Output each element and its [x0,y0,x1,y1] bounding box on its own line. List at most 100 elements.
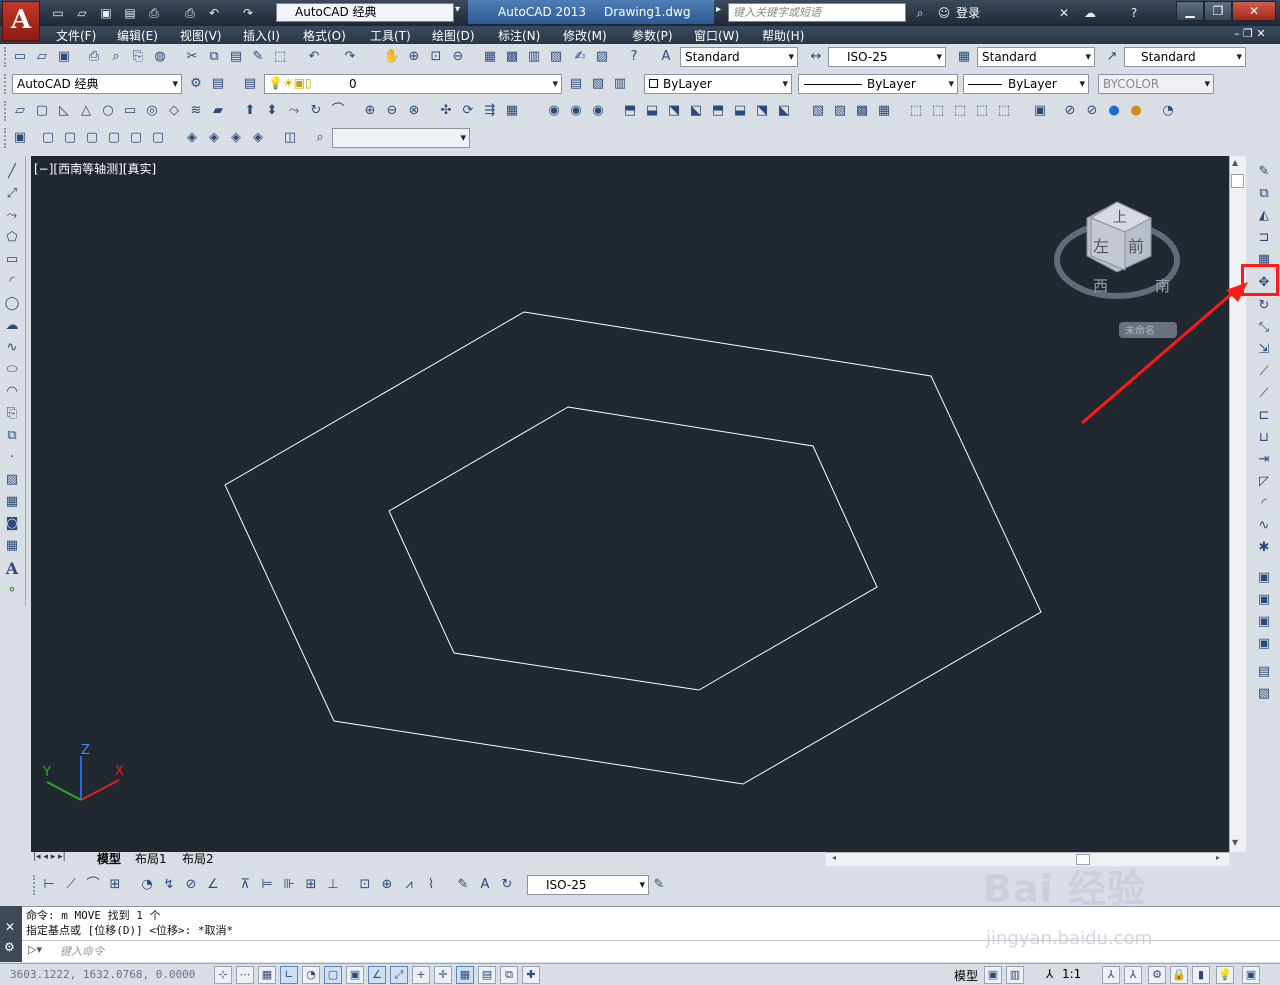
view-back-icon[interactable]: ▢ [148,128,168,148]
make-current-layer-icon[interactable]: ▤ [566,74,586,94]
lineweight-icon[interactable]: ✛ [434,966,452,984]
scroll-left-icon[interactable]: ◂ [832,853,836,862]
cut-icon[interactable]: ✂ [182,47,202,67]
revision-cloud-icon[interactable]: ☁ [2,316,22,336]
dim-style-select[interactable]: ISO-25 [828,47,946,67]
copy-object-icon[interactable]: ⧉ [1254,184,1274,204]
object-snap-icon[interactable]: ▢ [324,966,342,984]
subtract-icon[interactable]: ⊖ [382,101,402,121]
menu-format[interactable]: 格式(O) [303,27,346,44]
hatch-back-icon[interactable]: ▧ [1254,684,1274,704]
table-style-select[interactable]: Standard [977,47,1095,67]
visual-style-1-icon[interactable]: ◉ [544,101,564,121]
draworder-4-icon[interactable]: ▣ [1254,634,1274,654]
helix-icon[interactable]: ≋ [186,101,206,121]
viewcube-left-face[interactable]: 左 [1093,237,1109,256]
toolbar-grip[interactable] [4,74,8,94]
vscroll-thumb[interactable] [1231,174,1244,188]
mesh-2-icon[interactable]: ▨ [830,101,850,121]
wedge-icon[interactable]: ◺ [54,101,74,121]
table-style-icon[interactable]: ▦ [954,47,974,67]
text-style-icon[interactable]: A [656,47,676,67]
extend-icon[interactable]: ⟋ [1254,384,1274,404]
ordinate-icon[interactable]: ⊞ [105,875,125,895]
menu-edit[interactable]: 编辑(E) [117,27,158,44]
mirror-icon[interactable]: ◭ [1254,206,1274,226]
help-icon[interactable]: ? [1124,4,1144,22]
menu-draw[interactable]: 绘图(D) [432,27,475,44]
binoculars-icon[interactable]: ⌕ [910,4,930,22]
planar-surface-icon[interactable]: ▰ [208,101,228,121]
line-icon[interactable]: ╱ [2,162,22,182]
match-properties-icon[interactable]: ✎ [248,47,268,67]
vertical-scrollbar[interactable]: ▲ ▼ [1229,156,1246,852]
customize-icon[interactable]: ▤ [208,74,228,94]
view-front-icon[interactable]: ▢ [126,128,146,148]
infer-constraints-icon[interactable]: ⊹ [214,966,232,984]
layer-previous-icon[interactable]: ▧ [588,74,608,94]
construction-line-icon[interactable]: ⤢ [2,184,22,204]
login-link[interactable]: 登录 [956,4,980,21]
plot-icon[interactable]: ⎙ [84,47,104,67]
menu-modify[interactable]: 修改(M) [563,27,607,44]
search-input[interactable]: 键入关键字或短语 [728,3,906,22]
dim-style-combo[interactable]: ISO-25 [527,875,649,895]
surface-2-icon[interactable]: ⬚ [928,101,948,121]
solid-edit-3-icon[interactable]: ⬔ [664,101,684,121]
grid-display-icon[interactable]: ▦ [258,966,276,984]
arc-icon[interactable]: ◜ [2,272,22,292]
insert-block-icon[interactable]: ⎘ [2,404,22,424]
menu-help[interactable]: 帮助(H) [762,27,804,44]
spline-icon[interactable]: ∿ [2,338,22,358]
annotation-scale[interactable]: 1:1 [1062,967,1081,981]
search-expand-icon[interactable]: ▸ [716,4,721,15]
close-button[interactable]: ✕ [1232,1,1276,21]
break-at-point-icon[interactable]: ⊏ [1254,406,1274,426]
close-command-icon[interactable]: ✕ [5,920,15,934]
toolbar-grip[interactable] [4,47,8,67]
view-bottom-icon[interactable]: ▢ [60,128,80,148]
text-front-icon[interactable]: ▤ [1254,662,1274,682]
quick-properties-icon[interactable]: ▤ [478,966,496,984]
viewcube-top-face[interactable]: 上 [1113,210,1127,226]
surface-1-icon[interactable]: ⬚ [906,101,926,121]
render-icon[interactable]: ◔ [1158,101,1178,121]
tolerance-icon[interactable]: ⊡ [355,875,375,895]
tab-model[interactable]: 模型 [97,852,121,866]
render-4-icon[interactable]: ● [1104,101,1124,121]
extrude-icon[interactable]: ⬆ [240,101,260,121]
jogged-linear-icon[interactable]: ⌇ [421,875,441,895]
camera-icon[interactable]: ◫ [280,128,300,148]
new-icon[interactable]: ▭ [10,47,30,67]
make-block-icon[interactable]: ⧉ [2,426,22,446]
help-icon[interactable]: ? [624,47,644,67]
exchange-icon[interactable]: ✕ [1054,4,1074,22]
plot-preview-icon[interactable]: ⌕ [106,47,126,67]
view-nw-iso-icon[interactable]: ◈ [248,128,268,148]
view-top-icon[interactable]: ▢ [38,128,58,148]
scroll-down-icon[interactable]: ▼ [1232,838,1238,847]
dim-style-manager-icon[interactable]: ✎ [649,875,669,895]
radius-icon[interactable]: ◔ [137,875,157,895]
doc-window-controls[interactable]: – ❐ ✕ [1234,27,1266,40]
mleader-style-icon[interactable]: ↗ [1102,47,1122,67]
outer-hexagon[interactable] [224,311,1042,785]
minimize-button[interactable]: ▁ [1176,1,1204,21]
dim-edit-icon[interactable]: ✎ [453,875,473,895]
trim-icon[interactable]: ⟋ [1254,362,1274,382]
jogged-icon[interactable]: ↯ [159,875,179,895]
menu-tools[interactable]: 工具(T) [370,27,411,44]
restore-button[interactable]: ❐ [1204,1,1232,21]
object-snap-tracking-icon[interactable]: ∠ [368,966,386,984]
save-icon[interactable]: ▣ [54,47,74,67]
materials-icon[interactable]: ● [1126,101,1146,121]
tab-nav-icons[interactable]: |◂ ◂ ▸ ▸| [33,852,66,862]
dim-update-icon[interactable]: ↻ [497,875,517,895]
diameter-icon[interactable]: ⊘ [181,875,201,895]
loft-icon[interactable]: ⌒ [328,101,348,121]
transparency-icon[interactable]: ▦ [456,966,474,984]
color-select[interactable]: ByLayer [644,74,792,94]
pyramid-icon[interactable]: ◇ [164,101,184,121]
hardware-acceleration-icon[interactable]: ▮ [1192,966,1210,984]
solid-edit-5-icon[interactable]: ⬒ [708,101,728,121]
